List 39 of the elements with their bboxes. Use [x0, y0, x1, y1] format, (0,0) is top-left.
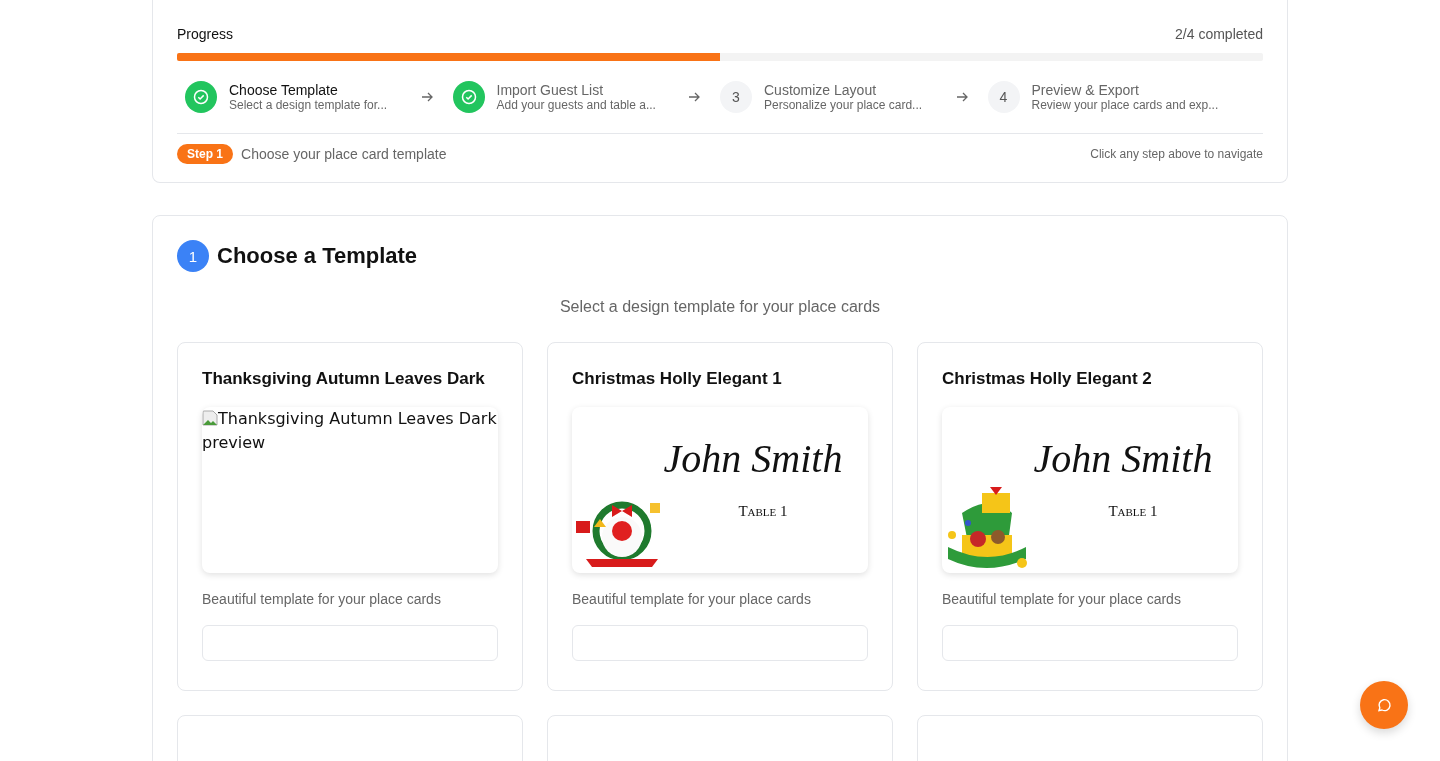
- input-field[interactable]: [202, 625, 498, 661]
- template-description: Beautiful template for your place cards: [942, 591, 1182, 607]
- progress-count: 2/4 completed: [1175, 26, 1263, 42]
- template-card[interactable]: Thanksgiving Autumn Leaves Dark Thanksgiving Autumn Leaves Dark preview Beautiful template for your place cards: [177, 342, 523, 691]
- table-number: Table 1: [737, 503, 789, 520]
- guest-name: John Smith: [662, 435, 844, 482]
- section-number: 1: [177, 240, 209, 272]
- check-circle-icon: [193, 89, 209, 105]
- template-name: Christmas Holly Elegant 2: [942, 369, 1153, 389]
- arrow-right-icon: [420, 91, 433, 103]
- check-circle-icon: [460, 89, 477, 105]
- section-subtitle: Select a design template for your place cards: [558, 298, 882, 316]
- section-title: Choose a Template: [217, 243, 418, 269]
- guest-name: John Smith: [1032, 435, 1214, 482]
- chat-icon: [1376, 697, 1392, 713]
- template-card[interactable]: Christmas Holly Elegant 2 John Smith Table 1 Beautiful template for your place cards: [917, 342, 1263, 691]
- step-item[interactable]: 3 Customize Layout Personalize your place card...: [720, 81, 988, 113]
- navigation-hint: Click any step above to navigate: [1090, 147, 1263, 161]
- step-item[interactable]: Choose Template Select a design template for...: [185, 81, 453, 113]
- broken-image-icon: [202, 410, 218, 426]
- step-item[interactable]: Import Guest List Add your guests and table a...: [452, 81, 720, 113]
- template-name: Christmas Holly Elegant 1: [572, 369, 783, 389]
- progress-title: Progress: [177, 26, 234, 42]
- arrow-right-icon: [688, 91, 700, 103]
- step-indicator: 4: [987, 81, 1020, 113]
- template-card[interactable]: Christmas Holly Elegant 1 John Smith Table 1 Beautiful template for your place cards: [547, 342, 893, 691]
- step-indicator: 3: [720, 81, 752, 113]
- arrow-right-icon: [955, 91, 968, 103]
- step-item[interactable]: 4 Preview & Export Review your place cards and exp...: [987, 81, 1255, 113]
- image-alt-text: Thanksgiving Autumn Leaves Dark preview: [202, 408, 498, 454]
- template-description: Beautiful template for your place cards: [202, 591, 442, 607]
- input-field[interactable]: [572, 625, 868, 661]
- table-number: Table 1: [1107, 503, 1159, 520]
- step-badge: Step 1: [177, 144, 233, 164]
- chat-button[interactable]: [1360, 681, 1408, 729]
- current-step-text: Choose your place card template: [241, 146, 447, 162]
- input-field[interactable]: [942, 625, 1238, 661]
- template-description: Beautiful template for your place cards: [572, 591, 812, 607]
- template-name: Thanksgiving Autumn Leaves Dark: [202, 369, 486, 389]
